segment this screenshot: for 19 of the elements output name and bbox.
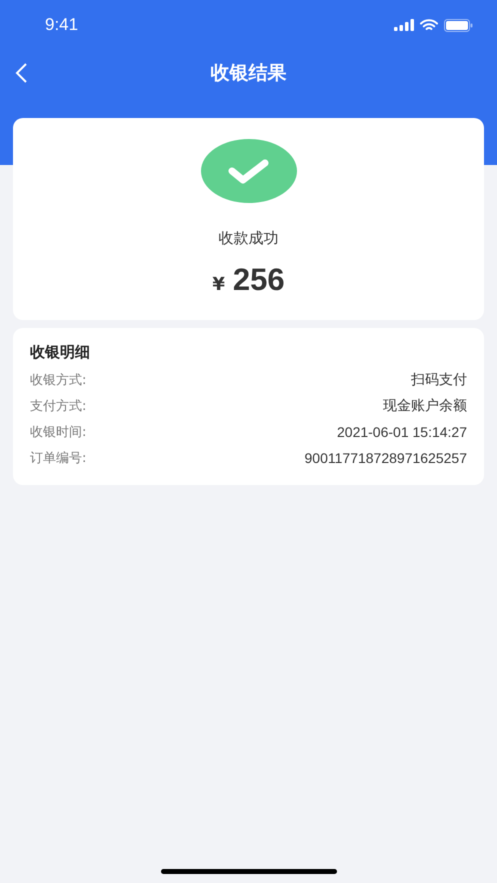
detail-label: 支付方式: [30,398,86,415]
detail-value: 900117718728971625257 [304,450,467,466]
detail-label: 收银时间: [30,424,86,441]
wifi-icon [420,18,438,32]
back-icon [15,63,27,83]
details-title: 收银明细 [30,342,91,363]
detail-value: 2021-06-01 15:14:27 [337,424,467,440]
detail-label: 收银方式: [30,372,86,389]
detail-value: 现金账户余额 [383,397,467,415]
status-time: 9:41 [45,15,78,35]
payment-status: 收款成功 [218,229,278,248]
currency-symbol: ¥ [212,274,225,295]
page-title: 收银结果 [210,60,286,86]
payment-amount: 256 [232,262,285,298]
success-check-icon [200,139,296,203]
detail-label: 订单编号: [30,450,86,467]
battery-icon [444,18,473,32]
detail-value: 扫码支付 [411,371,467,389]
signal-icon [394,19,414,31]
